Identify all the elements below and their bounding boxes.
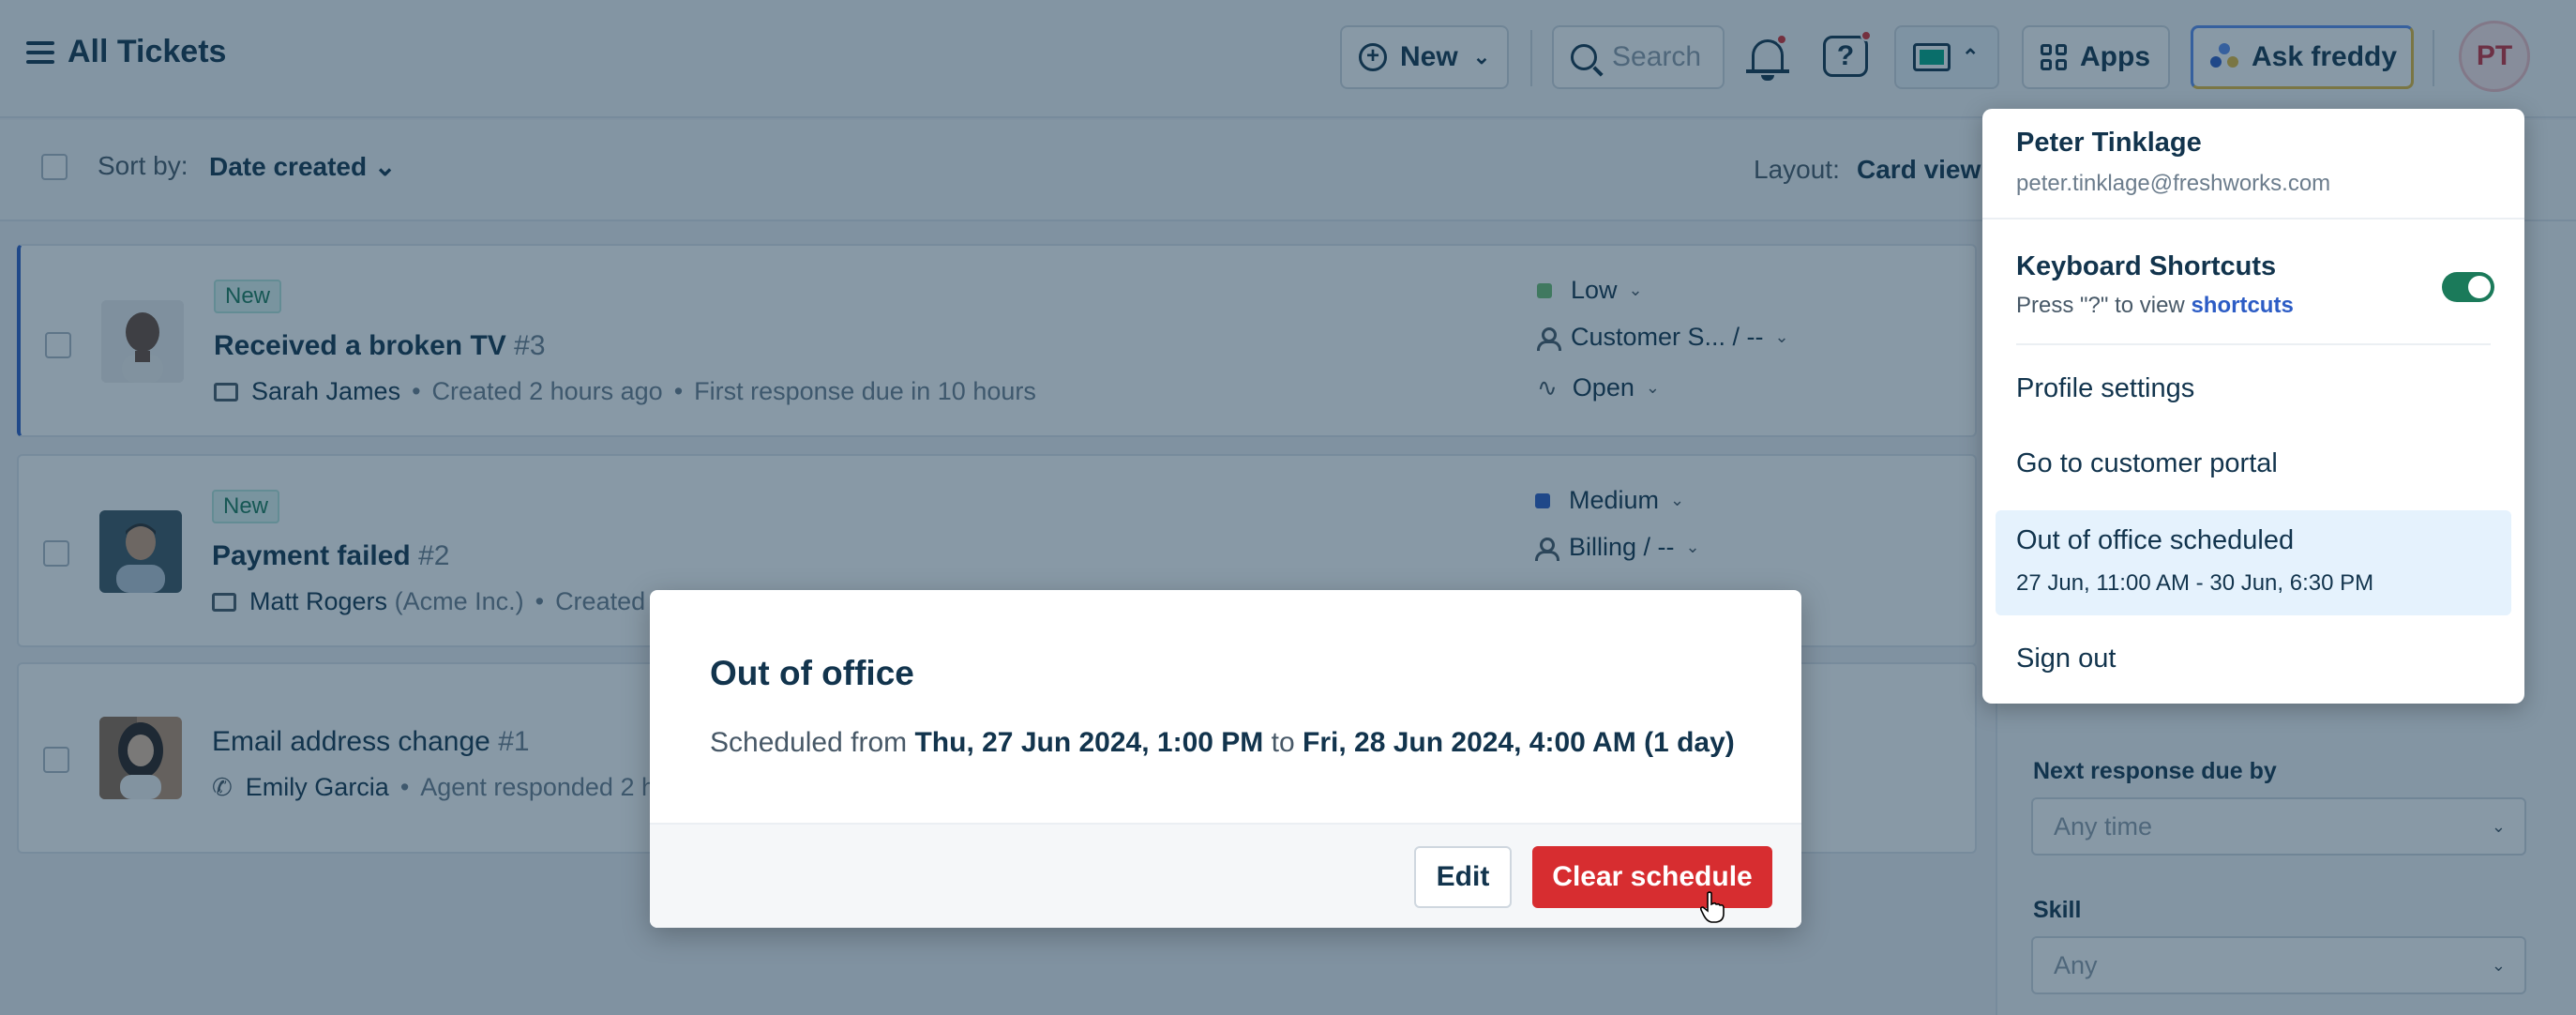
- shortcuts-link[interactable]: shortcuts: [2191, 293, 2293, 318]
- clear-schedule-button[interactable]: Clear schedule: [1532, 846, 1772, 908]
- customer-portal-item[interactable]: Go to customer portal: [2016, 448, 2278, 479]
- divider: [2016, 343, 2491, 345]
- schedule-duration: (1 day): [1644, 727, 1735, 758]
- divider: [1982, 218, 2524, 220]
- profile-menu: Peter Tinklage peter.tinklage@freshworks…: [1982, 109, 2524, 704]
- modal-footer: Edit Clear schedule: [650, 823, 1801, 928]
- keyboard-shortcuts-toggle[interactable]: [2442, 272, 2494, 302]
- keyboard-shortcuts-hint: Press "?" to view shortcuts: [2016, 293, 2294, 319]
- modal-title: Out of office: [710, 654, 914, 692]
- shortcuts-hint-text: Press "?" to view: [2016, 293, 2185, 318]
- modal-schedule-text: Scheduled from Thu, 27 Jun 2024, 1:00 PM…: [710, 727, 1735, 759]
- schedule-start: Thu, 27 Jun 2024, 1:00 PM: [914, 727, 1264, 758]
- sign-out-item[interactable]: Sign out: [2016, 644, 2116, 674]
- profile-name: Peter Tinklage: [2016, 128, 2202, 158]
- hand-cursor-icon: [1699, 891, 1725, 923]
- keyboard-shortcuts-title: Keyboard Shortcuts: [2016, 251, 2277, 281]
- schedule-to: to: [1271, 727, 1295, 758]
- profile-settings-item[interactable]: Profile settings: [2016, 373, 2194, 404]
- out-of-office-modal: Out of office Scheduled from Thu, 27 Jun…: [650, 590, 1801, 928]
- out-of-office-item[interactable]: Out of office scheduled: [2016, 525, 2294, 556]
- schedule-end: Fri, 28 Jun 2024, 4:00 AM: [1303, 727, 1636, 758]
- schedule-prefix: Scheduled from: [710, 727, 908, 758]
- profile-email: peter.tinklage@freshworks.com: [2016, 171, 2331, 196]
- out-of-office-range: 27 Jun, 11:00 AM - 30 Jun, 6:30 PM: [2016, 570, 2374, 596]
- edit-button[interactable]: Edit: [1414, 846, 1512, 908]
